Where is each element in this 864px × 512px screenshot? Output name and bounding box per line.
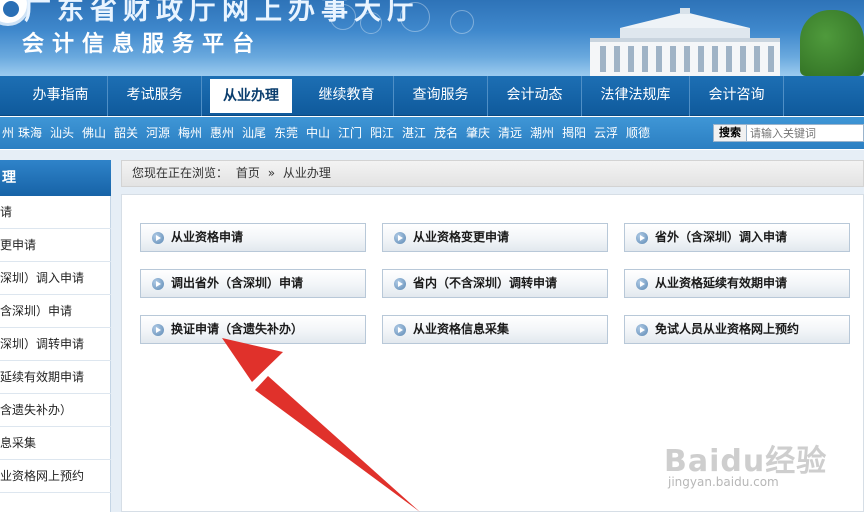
service-label: 从业资格延续有效期申请 [655,276,788,290]
service-button[interactable]: 免试人员从业资格网上预约 [624,315,850,344]
service-label: 免试人员从业资格网上预约 [655,322,800,336]
city-link[interactable]: 州 [2,117,14,149]
breadcrumb: 您现在正在浏览： 首页 » 从业办理 [121,160,864,187]
city-link[interactable]: 阳江 [370,117,394,149]
nav-item-law-library[interactable]: 法律法规库 [582,76,690,116]
play-circle-icon [636,324,648,336]
baidu-watermark-logo: Baidu经验 [664,444,828,479]
sidebar-item[interactable]: 含遗失补办） [0,394,111,427]
government-building-image [590,8,780,76]
service-button[interactable]: 省内（不含深圳）调转申请 [382,269,608,298]
breadcrumb-home-link[interactable]: 首页 [236,166,260,180]
search-input[interactable] [747,124,864,142]
service-button[interactable]: 从业资格申请 [140,223,366,252]
city-link[interactable]: 顺德 [626,117,650,149]
site-subtitle: 会计信息服务平台 [22,32,263,57]
nav-item-practice-handling[interactable]: 从业办理 [210,79,292,113]
city-link[interactable]: 梅州 [178,117,202,149]
play-circle-icon [636,232,648,244]
breadcrumb-current: 从业办理 [282,166,331,180]
service-button[interactable]: 从业资格变更申请 [382,223,608,252]
city-link[interactable]: 韶关 [114,117,138,149]
play-circle-icon [636,278,648,290]
sidebar-item[interactable]: 更申请 [0,229,111,262]
city-link[interactable]: 肇庆 [466,117,490,149]
city-link[interactable]: 汕尾 [242,117,266,149]
decor-circle [450,10,474,34]
service-button-renewal[interactable]: 换证申请（含遗失补办） [140,315,366,344]
sidebar-item[interactable]: 深圳）调入申请 [0,262,111,295]
play-circle-icon [394,278,406,290]
sidebar-item[interactable]: 延续有效期申请 [0,361,111,394]
breadcrumb-separator: » [267,166,276,180]
sidebar-item[interactable]: 深圳）调转申请 [0,328,111,361]
city-link[interactable]: 清远 [498,117,522,149]
city-link[interactable]: 惠州 [210,117,234,149]
breadcrumb-prefix: 您现在正在浏览： [132,166,229,180]
search-button[interactable]: 搜索 [713,124,747,142]
service-button[interactable]: 从业资格信息采集 [382,315,608,344]
service-button[interactable]: 省外（含深圳）调入申请 [624,223,850,252]
nav-item-continuing-education[interactable]: 继续教育 [300,76,394,116]
tree-image [800,10,864,76]
service-label: 从业资格信息采集 [413,322,510,336]
city-link[interactable]: 江门 [338,117,362,149]
city-link[interactable]: 河源 [146,117,170,149]
city-link[interactable]: 汕头 [50,117,74,149]
nav-item-guide[interactable]: 办事指南 [14,76,108,116]
nav-item-accounting-news[interactable]: 会计动态 [488,76,582,116]
play-circle-icon [394,232,406,244]
sidebar-item[interactable]: 业资格网上预约 [0,460,111,493]
city-link[interactable]: 东莞 [274,117,298,149]
sidebar-item[interactable]: 请 [0,196,111,229]
city-link[interactable]: 珠海 [18,117,42,149]
city-link[interactable]: 云浮 [594,117,618,149]
city-link[interactable]: 揭阳 [562,117,586,149]
play-circle-icon [152,232,164,244]
main-nav: 办事指南 考试服务 从业办理 继续教育 查询服务 会计动态 法律法规库 会计咨询 [0,76,864,116]
service-button[interactable]: 从业资格延续有效期申请 [624,269,850,298]
service-label: 省内（不含深圳）调转申请 [413,276,558,290]
sidebar-item[interactable]: 息采集 [0,427,111,460]
baidu-watermark-url: jingyan.baidu.com [668,475,779,489]
play-circle-icon [394,324,406,336]
sidebar: 理 请 更申请 深圳）调入申请 含深圳）申请 深圳）调转申请 延续有效期申请 含… [0,160,111,512]
city-link[interactable]: 潮州 [530,117,554,149]
play-circle-icon [152,278,164,290]
header-banner: 广东省财政厅网上办事大厅 会计信息服务平台 [0,0,864,76]
sidebar-item[interactable]: 含深圳）申请 [0,295,111,328]
service-label: 从业资格申请 [171,230,244,244]
city-bar: 州 珠海 汕头 佛山 韶关 河源 梅州 惠州 汕尾 东莞 中山 江门 阳江 湛江… [0,117,864,149]
city-link[interactable]: 湛江 [402,117,426,149]
city-link[interactable]: 茂名 [434,117,458,149]
service-label: 换证申请（含遗失补办） [171,322,304,336]
nav-item-accounting-consult[interactable]: 会计咨询 [690,76,784,116]
service-label: 调出省外（含深圳）申请 [171,276,304,290]
service-button[interactable]: 调出省外（含深圳）申请 [140,269,366,298]
city-link[interactable]: 佛山 [82,117,106,149]
site-title: 广东省财政厅网上办事大厅 [24,0,420,26]
play-circle-icon [152,324,164,336]
service-label: 省外（含深圳）调入申请 [655,230,788,244]
sidebar-title: 理 [0,160,111,196]
service-label: 从业资格变更申请 [413,230,510,244]
nav-item-exam-services[interactable]: 考试服务 [108,76,202,116]
city-link[interactable]: 中山 [306,117,330,149]
nav-item-query-services[interactable]: 查询服务 [394,76,488,116]
